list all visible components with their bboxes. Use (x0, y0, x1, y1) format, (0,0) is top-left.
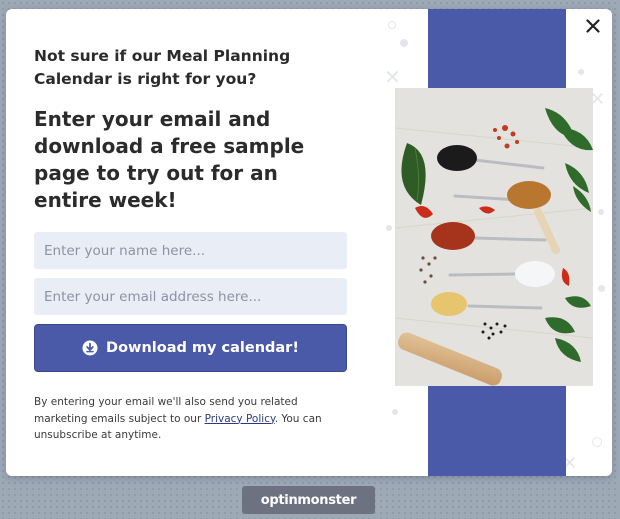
name-input[interactable] (34, 232, 347, 269)
disclaimer-text: By entering your email we'll also send y… (34, 394, 339, 444)
optin-modal: ✕ ✕ ✕ Not sure if our Meal Planning Cale… (6, 9, 612, 476)
spice-spoons-illustration (395, 88, 593, 386)
spice-spoons-photo (395, 88, 593, 386)
optinmonster-badge[interactable]: optinmonster (242, 486, 375, 514)
modal-headline: Enter your email and download a free sam… (34, 107, 305, 212)
optinmonster-badge-label: optinmonster (260, 492, 357, 508)
form-column: Not sure if our Meal Planning Calendar i… (34, 45, 352, 444)
close-button[interactable] (580, 13, 606, 39)
download-calendar-button[interactable]: Download my calendar! (34, 324, 347, 372)
modal-question: Not sure if our Meal Planning Calendar i… (34, 47, 291, 88)
close-icon (586, 19, 600, 33)
email-input[interactable] (34, 278, 347, 315)
download-button-label: Download my calendar! (106, 340, 299, 356)
privacy-policy-link[interactable]: Privacy Policy (205, 413, 275, 425)
download-circle-icon (82, 340, 98, 356)
